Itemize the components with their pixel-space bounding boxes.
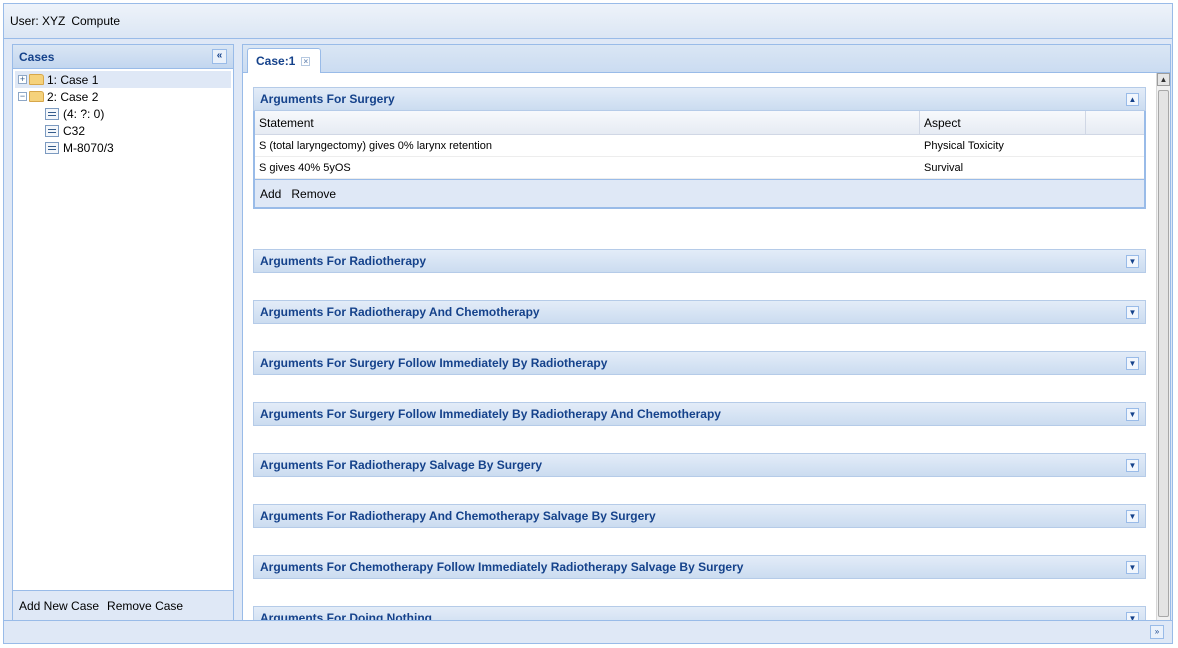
section-header[interactable]: Arguments For Radiotherapy Salvage By Su… bbox=[253, 453, 1146, 477]
column-header-statement[interactable]: Statement bbox=[255, 111, 920, 134]
section-doing-nothing: Arguments For Doing Nothing ▼ bbox=[253, 606, 1146, 621]
section-title: Arguments For Radiotherapy Salvage By Su… bbox=[260, 458, 543, 472]
section-surgery-radiotherapy-chemotherapy: Arguments For Surgery Follow Immediately… bbox=[253, 402, 1146, 426]
arguments-content: Arguments For Surgery ▲ Statement Aspect… bbox=[243, 73, 1156, 621]
section-header[interactable]: Arguments For Doing Nothing ▼ bbox=[253, 606, 1146, 621]
tree-leaf-item[interactable]: M-8070/3 bbox=[15, 139, 231, 156]
grid-header-row: Statement Aspect bbox=[255, 111, 1144, 135]
grid-toolbar: Add Remove bbox=[255, 179, 1144, 207]
section-surgery: Arguments For Surgery ▲ Statement Aspect… bbox=[253, 87, 1146, 209]
tree-node-case-1[interactable]: + 1: Case 1 bbox=[15, 71, 231, 88]
tree-leaf-label: C32 bbox=[63, 123, 86, 138]
remove-case-button[interactable]: Remove Case bbox=[107, 599, 183, 613]
expand-down-icon[interactable]: ▼ bbox=[1126, 407, 1139, 421]
folder-open-icon bbox=[29, 91, 44, 102]
arguments-grid: Statement Aspect S (total laryngectomy) … bbox=[253, 111, 1146, 209]
section-header[interactable]: Arguments For Surgery ▲ bbox=[253, 87, 1146, 111]
scroll-up-icon[interactable]: ▲ bbox=[1157, 73, 1170, 86]
section-radiotherapy-chemotherapy: Arguments For Radiotherapy And Chemother… bbox=[253, 300, 1146, 324]
vertical-scrollbar[interactable]: ▲ bbox=[1156, 73, 1170, 621]
tree-node-label: 1: Case 1 bbox=[47, 72, 99, 87]
expand-down-icon[interactable]: ▼ bbox=[1126, 509, 1139, 523]
section-radiotherapy: Arguments For Radiotherapy ▼ bbox=[253, 249, 1146, 273]
expand-down-icon[interactable]: ▼ bbox=[1126, 458, 1139, 472]
document-icon bbox=[45, 141, 59, 154]
tree-leaf-item[interactable]: C32 bbox=[15, 122, 231, 139]
section-header[interactable]: Arguments For Chemotherapy Follow Immedi… bbox=[253, 555, 1146, 579]
expand-down-icon[interactable]: ▼ bbox=[1126, 305, 1139, 319]
column-header-aspect[interactable]: Aspect bbox=[920, 111, 1086, 134]
collapse-icon[interactable]: − bbox=[18, 92, 27, 101]
cases-panel: Cases « + 1: Case 1 − 2: Case 2 (4: ?: 0… bbox=[12, 44, 234, 622]
expand-down-icon[interactable]: ▼ bbox=[1126, 254, 1139, 268]
table-row[interactable]: S gives 40% 5yOS Survival bbox=[255, 157, 1144, 179]
section-title: Arguments For Surgery Follow Immediately… bbox=[260, 407, 721, 421]
section-header[interactable]: Arguments For Radiotherapy ▼ bbox=[253, 249, 1146, 273]
top-toolbar: User: XYZ Compute bbox=[4, 4, 1172, 39]
add-new-case-button[interactable]: Add New Case bbox=[19, 599, 99, 613]
cases-panel-header: Cases « bbox=[13, 45, 233, 69]
tree-leaf-item[interactable]: (4: ?: 0) bbox=[15, 105, 231, 122]
tree-node-case-2[interactable]: − 2: Case 2 bbox=[15, 88, 231, 105]
section-title: Arguments For Radiotherapy And Chemother… bbox=[260, 509, 656, 523]
close-icon[interactable]: × bbox=[301, 56, 311, 66]
compute-button[interactable]: Compute bbox=[71, 14, 120, 28]
section-radiotherapy-salvage: Arguments For Radiotherapy Salvage By Su… bbox=[253, 453, 1146, 477]
statement-cell: S gives 40% 5yOS bbox=[259, 161, 351, 174]
user-label: User: XYZ bbox=[10, 14, 66, 28]
bottom-bar: » bbox=[4, 620, 1172, 643]
tree-leaf-label: (4: ?: 0) bbox=[63, 106, 105, 121]
add-argument-button[interactable]: Add bbox=[260, 187, 281, 201]
tab-label: Case:1 bbox=[256, 54, 296, 68]
expand-icon[interactable]: + bbox=[18, 75, 27, 84]
section-title: Arguments For Surgery Follow Immediately… bbox=[260, 356, 608, 370]
scroll-thumb[interactable] bbox=[1158, 90, 1169, 617]
tab-strip: Case:1 × bbox=[243, 45, 1170, 73]
cases-tree: + 1: Case 1 − 2: Case 2 (4: ?: 0) C32 M-… bbox=[13, 69, 233, 158]
tree-leaf-label: M-8070/3 bbox=[63, 140, 114, 155]
cases-panel-footer: Add New Case Remove Case bbox=[13, 590, 233, 621]
table-row[interactable]: S (total laryngectomy) gives 0% larynx r… bbox=[255, 135, 1144, 157]
tree-node-label: 2: Case 2 bbox=[47, 89, 99, 104]
section-header[interactable]: Arguments For Radiotherapy And Chemother… bbox=[253, 504, 1146, 528]
section-radiotherapy-chemotherapy-salvage: Arguments For Radiotherapy And Chemother… bbox=[253, 504, 1146, 528]
tab-case-1[interactable]: Case:1 × bbox=[247, 48, 322, 73]
section-chemotherapy-radiotherapy-salvage: Arguments For Chemotherapy Follow Immedi… bbox=[253, 555, 1146, 579]
remove-argument-button[interactable]: Remove bbox=[291, 187, 336, 201]
expand-down-icon[interactable]: ▼ bbox=[1126, 560, 1139, 574]
section-title: Arguments For Surgery bbox=[260, 92, 395, 106]
section-title: Arguments For Radiotherapy And Chemother… bbox=[260, 305, 540, 319]
section-header[interactable]: Arguments For Radiotherapy And Chemother… bbox=[253, 300, 1146, 324]
section-header[interactable]: Arguments For Surgery Follow Immediately… bbox=[253, 351, 1146, 375]
aspect-cell: Survival bbox=[924, 161, 964, 174]
statement-cell: S (total laryngectomy) gives 0% larynx r… bbox=[259, 139, 492, 152]
section-title: Arguments For Radiotherapy bbox=[260, 254, 427, 268]
aspect-cell: Physical Toxicity bbox=[924, 139, 1004, 152]
collapse-left-icon[interactable]: « bbox=[212, 49, 227, 64]
document-icon bbox=[45, 124, 59, 137]
document-icon bbox=[45, 107, 59, 120]
case-tab-panel: Case:1 × Arguments For Surgery ▲ Stateme… bbox=[242, 44, 1171, 622]
app-window: User: XYZ Compute Cases « + 1: Case 1 − … bbox=[3, 3, 1173, 644]
expand-footer-icon[interactable]: » bbox=[1150, 625, 1164, 639]
cases-panel-title: Cases bbox=[19, 49, 55, 64]
section-header[interactable]: Arguments For Surgery Follow Immediately… bbox=[253, 402, 1146, 426]
expand-down-icon[interactable]: ▼ bbox=[1126, 356, 1139, 370]
collapse-up-icon[interactable]: ▲ bbox=[1126, 92, 1139, 106]
folder-icon bbox=[29, 74, 44, 85]
section-title: Arguments For Chemotherapy Follow Immedi… bbox=[260, 560, 744, 574]
section-surgery-radiotherapy: Arguments For Surgery Follow Immediately… bbox=[253, 351, 1146, 375]
